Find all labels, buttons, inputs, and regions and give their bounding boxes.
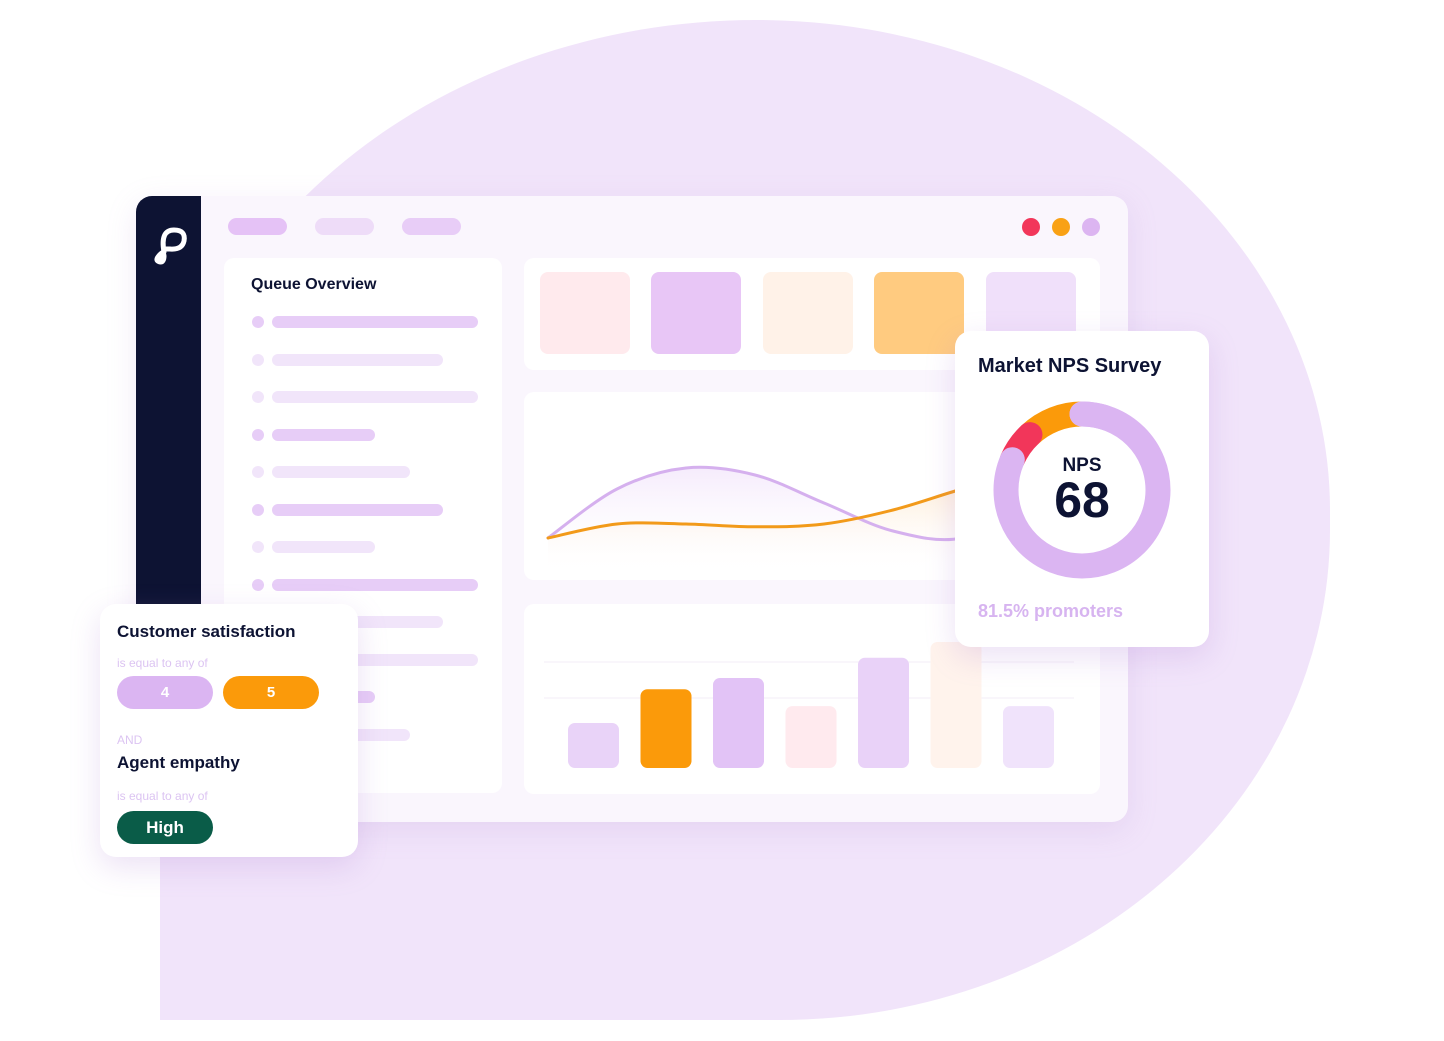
minimize-dot-icon[interactable] — [1052, 218, 1070, 236]
filter-operator-2: is equal to any of — [117, 789, 208, 803]
queue-row-dot — [252, 578, 264, 591]
tile-1[interactable] — [540, 272, 630, 354]
filter-value-high[interactable]: High — [117, 811, 213, 844]
queue-row-dot — [252, 466, 264, 478]
tile-4[interactable] — [874, 272, 964, 354]
bar-4 — [785, 706, 837, 768]
queue-row-dot — [252, 428, 264, 441]
tab-1[interactable] — [228, 218, 287, 235]
queue-row-bar — [272, 578, 478, 591]
filter-field-1: Customer satisfaction — [117, 622, 296, 641]
bar-7 — [1003, 706, 1054, 768]
queue-row-bar — [272, 466, 411, 478]
queue-row-bar — [272, 541, 375, 553]
tile-3[interactable] — [763, 272, 853, 354]
queue-row-dot — [252, 503, 264, 516]
queue-row-bar — [272, 316, 478, 328]
close-dot-icon[interactable] — [1022, 218, 1040, 236]
queue-row[interactable] — [252, 316, 478, 328]
queue-title: Queue Overview — [251, 276, 377, 293]
tab-3[interactable] — [402, 218, 461, 235]
queue-row[interactable] — [252, 353, 443, 366]
filter-card: Customer satisfaction is equal to any of… — [100, 604, 358, 857]
queue-row[interactable] — [252, 391, 478, 403]
bar-2 — [640, 689, 692, 768]
queue-row-bar — [272, 428, 375, 441]
tile-2[interactable] — [651, 272, 741, 354]
maximize-dot-icon[interactable] — [1082, 218, 1100, 236]
queue-row-dot — [252, 316, 264, 328]
queue-row-dot — [252, 541, 264, 553]
bar-1 — [568, 723, 619, 768]
queue-row-dot — [252, 391, 264, 403]
filter-value-4[interactable]: 4 — [117, 676, 213, 709]
filter-operator-1: is equal to any of — [117, 656, 208, 670]
logo-icon — [154, 227, 187, 265]
nps-promoters-text: 81.5% promoters — [978, 601, 1124, 621]
queue-row[interactable] — [252, 578, 478, 591]
queue-row-bar — [272, 391, 478, 403]
filter-conjunction: AND — [117, 733, 143, 747]
nps-card: Market NPS Survey NPS 68 81.5% promoters — [955, 331, 1209, 647]
bar-6 — [930, 642, 982, 768]
tab-bar — [228, 218, 461, 235]
queue-row-bar — [272, 503, 443, 516]
filter-value-5[interactable]: 5 — [223, 676, 319, 709]
queue-row[interactable] — [252, 466, 411, 478]
nps-value: 68 — [1054, 472, 1110, 528]
queue-row-bar — [272, 353, 443, 366]
queue-row-dot — [252, 353, 264, 366]
bar-5 — [858, 657, 909, 768]
queue-row[interactable] — [252, 541, 375, 553]
tab-2[interactable] — [315, 218, 374, 235]
window-controls — [1022, 218, 1100, 236]
queue-row[interactable] — [252, 503, 443, 516]
bar-3 — [713, 678, 764, 768]
nps-card-title: Market NPS Survey — [978, 355, 1162, 377]
queue-row[interactable] — [252, 428, 375, 441]
filter-field-2: Agent empathy — [117, 753, 240, 772]
